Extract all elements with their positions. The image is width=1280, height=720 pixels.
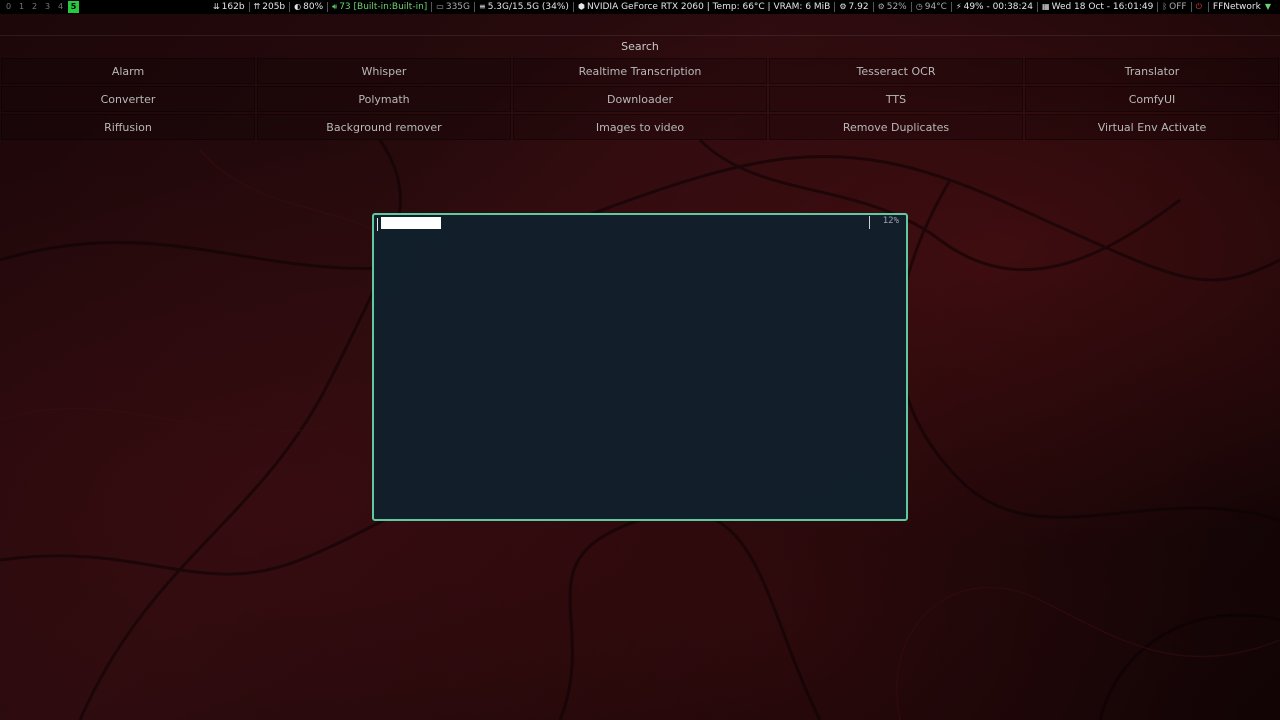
brightness-value: 80% <box>303 2 324 12</box>
temperature-value: 94°C <box>924 2 947 12</box>
speaker-icon: 🔊︎ <box>332 2 338 11</box>
memory-icon: ≡ <box>479 2 486 11</box>
disk-value: 335G <box>445 2 471 12</box>
workspace-5[interactable]: 5 <box>68 1 79 13</box>
launcher-item-realtime-transcription[interactable]: Realtime Transcription <box>513 58 767 84</box>
launcher-item-whisper[interactable]: Whisper <box>257 58 511 84</box>
launcher-item-converter[interactable]: Converter <box>1 86 255 112</box>
net-up-value: 205b <box>262 2 286 12</box>
launcher-item-downloader[interactable]: Downloader <box>513 86 767 112</box>
launcher-item-virtual-env-activate[interactable]: Virtual Env Activate <box>1025 114 1279 140</box>
network-name: FFNetwork <box>1212 2 1261 12</box>
volume-value: 73 [Built-in:Built-in] <box>339 2 428 12</box>
launcher-item-polymath[interactable]: Polymath <box>257 86 511 112</box>
cpu-module: ⚙ 52% <box>875 0 910 14</box>
brightness-module[interactable]: ◐ 80% <box>291 0 326 14</box>
bluetooth-module[interactable]: ᛒ OFF <box>1159 0 1189 14</box>
cpu-value: 52% <box>886 2 907 12</box>
net-down-module: ⇊ 162b <box>210 0 248 14</box>
workspace-0[interactable]: 0 <box>3 1 14 13</box>
launcher-item-alarm[interactable]: Alarm <box>1 58 255 84</box>
launcher-item-comfyui[interactable]: ComfyUI <box>1025 86 1279 112</box>
workspace-2[interactable]: 2 <box>29 1 40 13</box>
launcher-item-background-remover[interactable]: Background remover <box>257 114 511 140</box>
load-module: ⚙ 7.92 <box>836 0 871 14</box>
workspace-3[interactable]: 3 <box>42 1 53 13</box>
power-icon: ⏻ <box>1195 2 1202 11</box>
scroll-percentage: 12% <box>882 216 899 226</box>
text-cursor <box>377 218 378 231</box>
workspace-switcher: 0 1 2 3 4 5 <box>0 0 81 14</box>
volume-module[interactable]: 🔊︎ 73 [Built-in:Built-in] <box>329 0 430 14</box>
temperature-module: ◷ 94°C <box>913 0 950 14</box>
wifi-icon: ▼ <box>1264 2 1271 11</box>
launcher-grid: Alarm Whisper Realtime Transcription Tes… <box>0 58 1280 142</box>
gpu-value: NVIDIA GeForce RTX 2060 | Temp: 66°C | V… <box>586 2 831 12</box>
launcher-item-translator[interactable]: Translator <box>1025 58 1279 84</box>
disk-icon: ▭ <box>436 2 444 11</box>
launcher-item-remove-duplicates[interactable]: Remove Duplicates <box>769 114 1023 140</box>
disk-module: ▭ 335G <box>433 0 473 14</box>
load-value: 7.92 <box>848 2 869 12</box>
terminal-window[interactable]: 12% <box>372 213 908 521</box>
gpu-icon: ⬢ <box>577 2 585 11</box>
status-bar: 0 1 2 3 4 5 ⇊ 162b ⇈ 205b ◐ 80% 🔊︎ 73 [B… <box>0 0 1280 14</box>
network-module[interactable]: FFNetwork ▼ <box>1210 0 1276 14</box>
clock-module[interactable]: ▦ Wed 18 Oct - 16:01:49 <box>1039 0 1156 14</box>
cpu-icon: ⚙ <box>877 2 885 11</box>
launcher-item-tts[interactable]: TTS <box>769 86 1023 112</box>
thermometer-icon: ◷ <box>915 2 923 11</box>
workspace-1[interactable]: 1 <box>16 1 27 13</box>
launcher-item-riffusion[interactable]: Riffusion <box>1 114 255 140</box>
calendar-icon: ▦ <box>1042 2 1050 11</box>
launcher-item-tesseract-ocr[interactable]: Tesseract OCR <box>769 58 1023 84</box>
memory-module: ≡ 5.3G/15.5G (34%) <box>476 0 572 14</box>
load-icon: ⚙ <box>839 2 847 11</box>
workspace-4[interactable]: 4 <box>55 1 66 13</box>
input-selection[interactable] <box>381 217 441 229</box>
app-launcher: Search Alarm Whisper Realtime Transcript… <box>0 35 1280 142</box>
arrow-down-icon: ⇊ <box>212 2 220 11</box>
scroll-indicator-divider <box>869 216 870 229</box>
battery-value: 49% - 00:38:24 <box>963 2 1034 12</box>
power-button[interactable]: ⏻ <box>1193 0 1207 14</box>
arrow-up-icon: ⇈ <box>253 2 261 11</box>
memory-value: 5.3G/15.5G (34%) <box>487 2 569 12</box>
bluetooth-icon: ᛒ <box>1162 2 1168 11</box>
gpu-module: ⬢ NVIDIA GeForce RTX 2060 | Temp: 66°C |… <box>575 0 833 14</box>
launcher-item-images-to-video[interactable]: Images to video <box>513 114 767 140</box>
search-label[interactable]: Search <box>0 36 1280 58</box>
lightning-icon: ⚡ <box>955 2 962 11</box>
net-up-module: ⇈ 205b <box>251 0 289 14</box>
status-modules: ⇊ 162b ⇈ 205b ◐ 80% 🔊︎ 73 [Built-in:Buil… <box>210 0 1280 14</box>
bluetooth-value: OFF <box>1169 2 1187 12</box>
battery-module: ⚡ 49% - 00:38:24 <box>953 0 1036 14</box>
brightness-icon: ◐ <box>294 2 302 11</box>
datetime-value: Wed 18 Oct - 16:01:49 <box>1051 2 1154 12</box>
net-down-value: 162b <box>221 2 245 12</box>
